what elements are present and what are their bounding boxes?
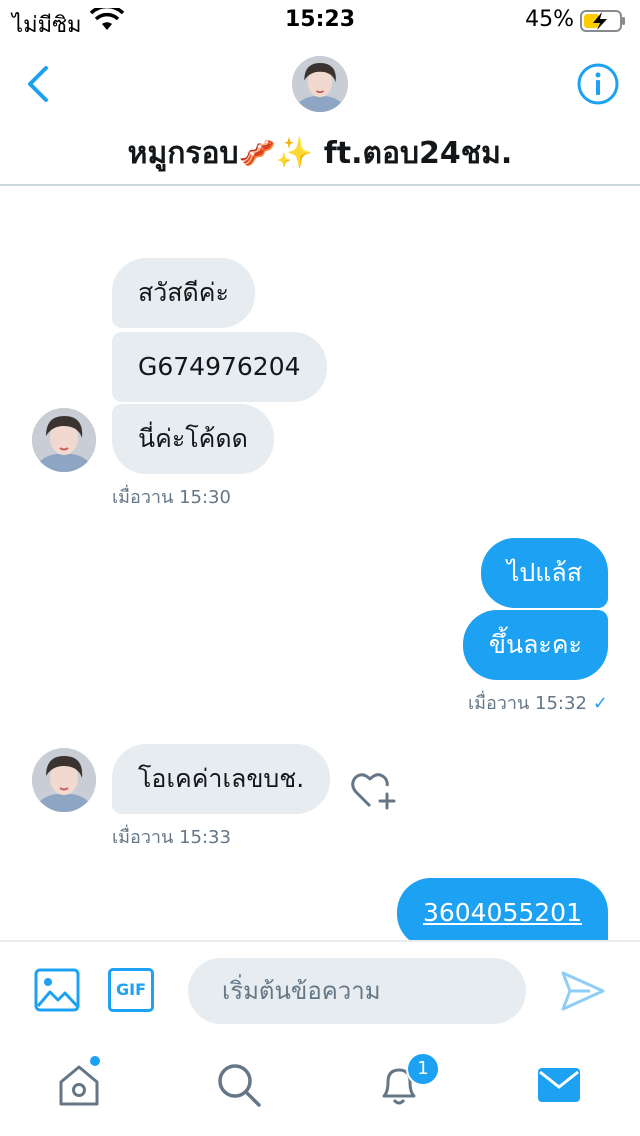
avatar-photo [292, 56, 348, 112]
message-composer: GIF [0, 940, 640, 1038]
status-bar: ไม่มีซิม 15:23 45% [0, 0, 640, 40]
outgoing-message[interactable]: ขึ้นละคะ [462, 610, 608, 680]
header-avatar[interactable] [292, 56, 348, 112]
conversation-title: หมูกรอบ🥓✨ ft.ตอบ24ชม. [127, 136, 513, 171]
info-button[interactable] [576, 62, 620, 106]
incoming-message[interactable]: นี่ค่ะโค้ดด [112, 404, 274, 474]
image-icon[interactable] [34, 968, 80, 1012]
message-timestamp: เมื่อวาน 15:30 [112, 487, 231, 508]
search-icon[interactable] [216, 1062, 262, 1108]
avatar-photo [32, 408, 96, 472]
send-icon[interactable] [560, 970, 606, 1012]
home-notification-dot [88, 1054, 102, 1068]
notifications-badge: 1 [406, 1052, 440, 1086]
mail-icon[interactable] [536, 1062, 582, 1108]
battery-charging-icon [580, 10, 625, 32]
sender-avatar[interactable] [32, 408, 96, 472]
message-timestamp: เมื่อวาน 15:33 [112, 827, 231, 848]
outgoing-message[interactable]: ไปแล้ส [480, 538, 608, 608]
avatar-photo [32, 748, 96, 812]
read-check-icon: ✓ [592, 693, 608, 714]
incoming-message[interactable]: G674976204 [112, 332, 327, 402]
tab-bar: 1 [0, 1038, 640, 1136]
message-input[interactable] [188, 958, 526, 1024]
account-number-link[interactable]: 3604055201 [423, 898, 582, 927]
incoming-message[interactable]: โอเคค่าเลขบช. [112, 744, 331, 814]
gif-button[interactable]: GIF [108, 968, 154, 1012]
conversation-header: หมูกรอบ🥓✨ ft.ตอบ24ชม. [0, 40, 640, 186]
incoming-message[interactable]: สวัสดีค่ะ [112, 258, 255, 328]
battery-percent: 45% [525, 7, 574, 32]
sender-avatar[interactable] [32, 748, 96, 812]
message-timestamp: เมื่อวาน 15:32 ✓ [468, 688, 608, 717]
outgoing-message[interactable]: 3604055201 [396, 878, 608, 948]
add-reaction-icon[interactable] [350, 768, 398, 812]
back-button[interactable] [20, 62, 60, 106]
home-icon[interactable] [56, 1062, 102, 1108]
timestamp-text: เมื่อวาน 15:32 [467, 693, 587, 714]
